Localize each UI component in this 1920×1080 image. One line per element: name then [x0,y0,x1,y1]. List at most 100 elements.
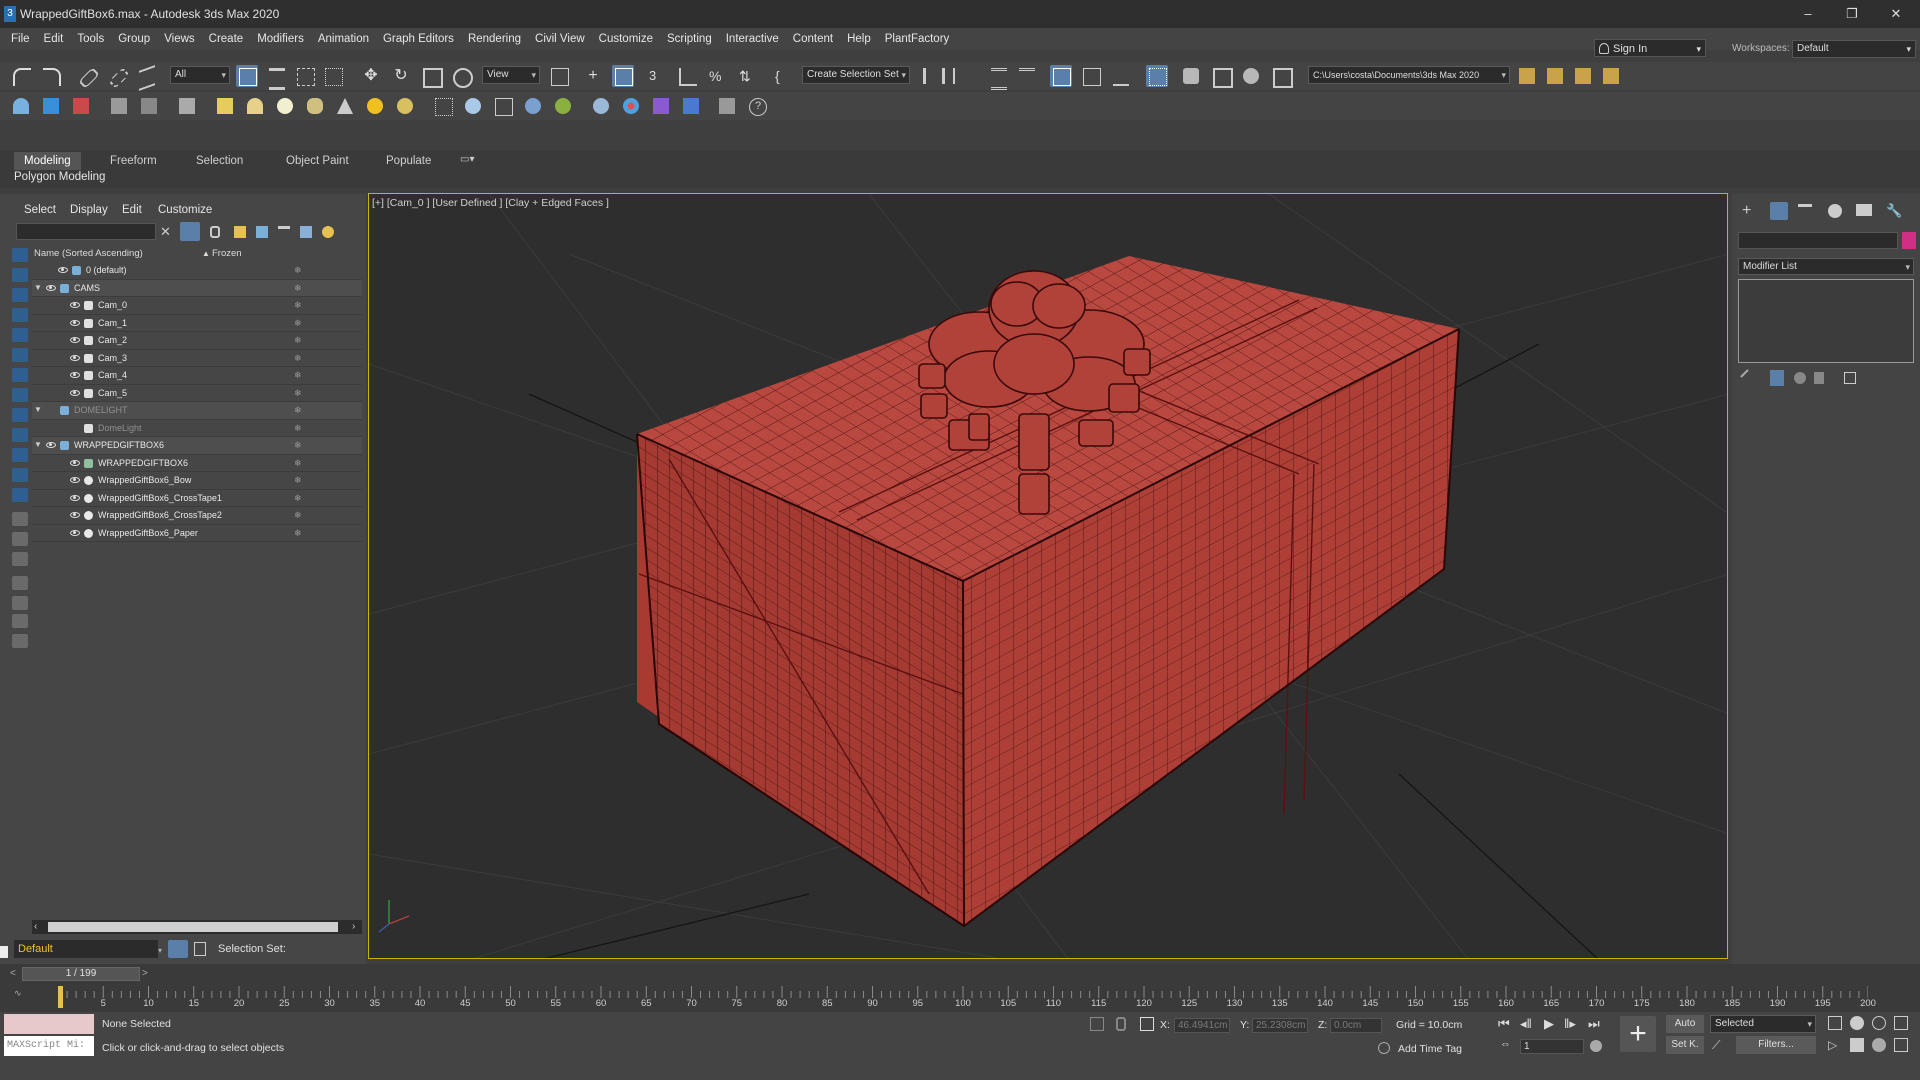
visibility-eye-icon[interactable] [70,372,80,378]
teapot-icon[interactable] [304,95,326,117]
key-filters-button[interactable]: Filters... [1736,1036,1816,1054]
create-geometry-icon[interactable] [10,95,32,117]
close-icon[interactable]: ✕ [1874,0,1918,28]
time-slider-thumb[interactable]: 1 / 199 [22,967,140,981]
select-manipulate-icon[interactable]: + [582,65,604,87]
object-color-swatch[interactable] [1902,232,1916,249]
explorer-menu-edit[interactable]: Edit [122,204,142,216]
scroll-left-icon[interactable]: ‹ [34,921,37,932]
workspace-dropdown[interactable]: Default ▾ [1792,40,1916,58]
minimize-icon[interactable]: – [1786,0,1830,28]
scrollbar-thumb[interactable] [48,922,338,932]
explorer-menu-select[interactable]: Select [24,204,56,216]
shapes-icon[interactable] [40,95,62,117]
align-icon[interactable] [950,65,972,87]
ribbon-tab-object-paint[interactable]: Object Paint [276,152,359,170]
arc-rotate-icon[interactable] [1872,1038,1886,1052]
toggle-ribbon-icon[interactable] [1050,65,1072,87]
cameras-icon[interactable] [108,95,130,117]
tree-row[interactable]: Cam_2 ❄ [32,332,362,350]
remove-modifier-icon[interactable] [1814,372,1824,384]
schematic-view-icon[interactable] [1110,65,1132,87]
tree-row[interactable]: WRAPPEDGIFTBOX6 ❄ [32,455,362,472]
helpers-icon[interactable] [138,95,160,117]
isolate-selection-icon[interactable] [1090,1017,1104,1031]
menu-edit[interactable]: Edit [37,28,71,50]
menu-views[interactable]: Views [157,28,201,50]
render-in-cloud-icon[interactable] [1270,65,1293,88]
curve-editor-icon[interactable] [1080,65,1102,87]
explorer-filter-icon[interactable] [12,634,28,648]
explorer-filter-icon[interactable] [12,596,28,610]
move-icon[interactable]: ✥ [360,65,382,87]
explorer-filter-icon[interactable] [12,388,28,402]
toggle-layer-explorer-icon[interactable] [1016,65,1038,87]
freeze-toggle-icon[interactable]: ❄ [294,528,304,538]
tree-row[interactable]: Cam_0 ❄ [32,297,362,315]
current-frame-marker[interactable] [58,986,63,1008]
go-to-start-icon[interactable]: ⏮ [1498,1016,1510,1032]
freeze-toggle-icon[interactable]: ❄ [294,370,304,380]
project-open-icon[interactable] [1516,65,1538,87]
explorer-filter-icon[interactable] [12,268,28,282]
z-coordinate-field[interactable]: 0.0cm [1330,1018,1382,1033]
edit-named-selection-icon[interactable]: { [772,65,794,87]
explorer-filter-icon[interactable] [12,368,28,382]
explorer-filter-icon[interactable] [12,248,28,262]
tree-row[interactable]: Cam_4 ❄ [32,367,362,385]
next-frame-icon[interactable]: > [142,968,152,980]
menu-plantfactory[interactable]: PlantFactory [878,28,957,50]
visibility-eye-icon[interactable] [70,302,80,308]
expand-toggle-icon[interactable]: ▼ [34,437,42,454]
keyboard-shortcut-override-icon[interactable] [612,65,634,87]
hemisphere-icon[interactable] [244,95,266,117]
unlink-icon[interactable] [106,65,130,89]
auto-key-button[interactable]: Auto [1666,1015,1704,1033]
viewport-label[interactable]: [+] [Cam_0 ] [User Defined ] [Clay + Edg… [372,197,609,209]
selection-lock-icon[interactable] [1116,1017,1126,1031]
tree-row[interactable]: Cam_5 ❄ [32,385,362,402]
freeze-toggle-icon[interactable]: ❄ [294,265,304,275]
explorer-filter-icon[interactable] [12,308,28,322]
zoom-all-icon[interactable] [1850,1016,1864,1030]
freeze-toggle-icon[interactable]: ❄ [294,300,304,310]
scale-icon[interactable] [420,65,443,88]
menu-tools[interactable]: Tools [70,28,111,50]
explorer-filter-icon[interactable] [12,512,28,526]
tree-row[interactable]: WrappedGiftBox6_Bow ❄ [32,472,362,490]
tree-row[interactable]: WrappedGiftBox6_CrossTape1 ❄ [32,490,362,507]
explorer-menu-display[interactable]: Display [70,204,108,216]
menu-group[interactable]: Group [111,28,157,50]
expand-toggle-icon[interactable]: ▼ [34,280,42,297]
link-icon[interactable] [76,65,100,89]
explorer-filter-icon[interactable] [12,614,28,628]
select-by-name-icon[interactable] [266,65,288,90]
set-key-big-icon[interactable]: + [1620,1016,1656,1052]
motion-icon[interactable] [1828,204,1842,218]
current-frame-field[interactable]: 1 [1520,1039,1584,1054]
freeze-toggle-icon[interactable]: ❄ [294,510,304,520]
x-coordinate-field[interactable]: 46.4941cm [1174,1018,1230,1033]
render-setup-icon[interactable] [1180,65,1202,87]
menu-content[interactable]: Content [786,28,840,50]
orbit-icon[interactable] [1872,1016,1886,1030]
asset-tracking-icon[interactable] [716,95,738,117]
named-selection-dropdown[interactable]: Create Selection Set [802,66,910,84]
tree-row[interactable]: Cam_1 ❄ [32,315,362,332]
material-editor-icon[interactable] [1146,65,1168,87]
explorer-filter-icon[interactable] [12,328,28,342]
renderer-icon[interactable] [680,95,702,117]
particle-icon[interactable] [492,95,514,117]
freeze-toggle-icon[interactable]: ❄ [294,388,304,398]
menu-civil-view[interactable]: Civil View [528,28,592,50]
default-in-out-tangents-icon[interactable]: ⟋ [1712,1038,1726,1052]
restore-icon[interactable]: ❐ [1830,0,1874,28]
explorer-filter-icon[interactable] [12,552,28,566]
polygon-modeling-label[interactable]: Polygon Modeling [14,171,105,183]
visibility-eye-icon[interactable] [70,529,80,536]
layer-manager-icon[interactable] [168,940,188,958]
project-save-icon[interactable] [1572,65,1594,87]
pan-icon[interactable] [1850,1038,1864,1052]
visibility-eye-icon[interactable] [70,477,80,483]
time-tag-icon[interactable] [1378,1042,1390,1054]
